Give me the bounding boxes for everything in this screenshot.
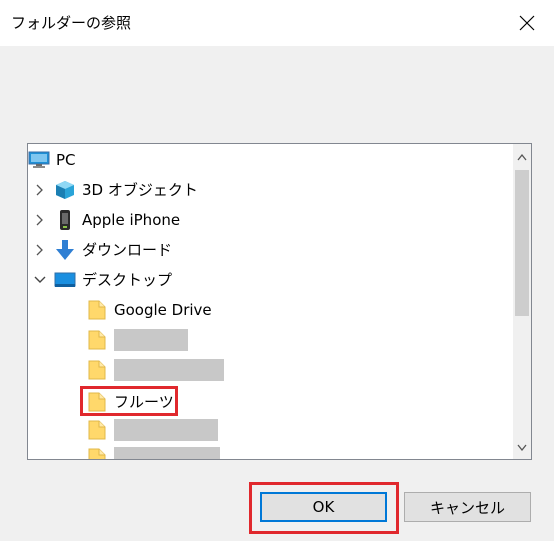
pc-icon	[28, 149, 50, 171]
folder-icon	[86, 419, 108, 441]
close-icon	[519, 15, 535, 31]
desktop-icon	[54, 269, 76, 291]
cancel-button[interactable]: キャンセル	[404, 492, 531, 522]
folder-icon	[86, 329, 108, 351]
tree-item-desktop[interactable]: デスクトップ	[32, 266, 172, 294]
redacted-label	[114, 359, 224, 381]
folder-icon	[86, 359, 108, 381]
download-icon	[54, 239, 76, 261]
close-button[interactable]	[500, 0, 554, 46]
tree-item-label: 3D オブジェクト	[82, 181, 198, 199]
highlight-box	[80, 386, 178, 416]
dialog-title: フォルダーの参照	[11, 14, 132, 32]
ok-button[interactable]: OK	[260, 492, 387, 522]
tree-item-label: ダウンロード	[82, 241, 173, 259]
tree-item-label: Google Drive	[114, 301, 212, 319]
tree-item-redacted[interactable]	[86, 356, 224, 384]
chevron-up-icon	[517, 153, 527, 160]
tree-item-redacted[interactable]	[86, 326, 188, 354]
tree-item-downloads[interactable]: ダウンロード	[32, 236, 172, 264]
redacted-label	[114, 329, 188, 351]
chevron-right-icon[interactable]	[32, 242, 48, 258]
folder-icon	[86, 447, 108, 459]
chevron-right-icon[interactable]	[32, 182, 48, 198]
redacted-label	[114, 419, 218, 441]
tree-item-redacted[interactable]	[86, 416, 218, 444]
scroll-down-button[interactable]	[513, 438, 531, 456]
title-bar: フォルダーの参照	[0, 0, 554, 46]
phone-icon	[54, 209, 76, 231]
tree-item-3d-objects[interactable]: 3D オブジェクト	[32, 176, 198, 204]
redacted-label	[114, 447, 220, 459]
tree-item-pc[interactable]: PC	[28, 146, 76, 174]
tree-item-label: デスクトップ	[82, 271, 173, 289]
3d-objects-icon	[54, 179, 76, 201]
folder-tree[interactable]: PC 3D オブジェクト Apple iPhone ダウンロード デスクトップ …	[27, 143, 532, 460]
scroll-up-button[interactable]	[513, 148, 531, 166]
folder-icon	[86, 299, 108, 321]
vertical-scrollbar[interactable]	[513, 144, 531, 459]
tree-item-google-drive[interactable]: Google Drive	[86, 296, 212, 324]
tree-item-label: Apple iPhone	[82, 211, 181, 229]
chevron-down-icon	[517, 444, 527, 451]
chevron-down-icon[interactable]	[32, 272, 48, 288]
tree-item-label: PC	[56, 151, 76, 169]
chevron-right-icon[interactable]	[32, 212, 48, 228]
tree-item-apple-iphone[interactable]: Apple iPhone	[32, 206, 180, 234]
tree-item-redacted[interactable]	[86, 444, 220, 459]
scroll-thumb[interactable]	[515, 170, 529, 316]
